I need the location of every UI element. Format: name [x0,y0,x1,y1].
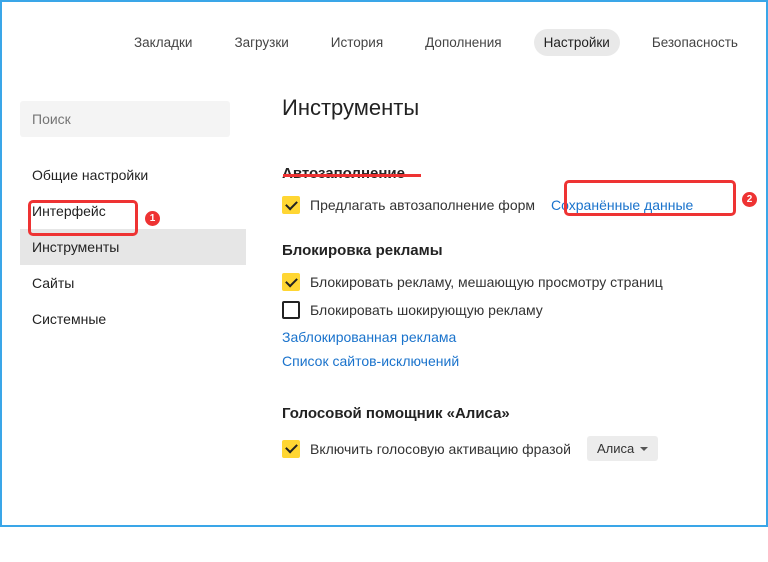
tab-downloads[interactable]: Загрузки [224,29,298,56]
tab-history[interactable]: История [321,29,393,56]
label-voice-activation: Включить голосовую активацию фразой [310,441,571,457]
tab-settings[interactable]: Настройки [534,29,620,56]
sidebar-item-general[interactable]: Общие настройки [20,157,246,193]
page-title: Инструменты [282,95,766,121]
checkbox-voice-activation[interactable] [282,440,300,458]
label-block-intrusive: Блокировать рекламу, мешающую просмотру … [310,274,663,290]
tab-addons[interactable]: Дополнения [415,29,511,56]
heading-autofill: Автозаполнение [282,165,766,182]
heading-voice: Голосовой помощник «Алиса» [282,405,766,422]
tab-bookmarks[interactable]: Закладки [124,29,202,56]
sidebar-item-interface[interactable]: Интерфейс [20,193,246,229]
section-autofill: Автозаполнение Предлагать автозаполнение… [282,165,766,214]
tab-security[interactable]: Безопасность [642,29,748,56]
sidebar-item-tools[interactable]: Инструменты [20,229,246,265]
checkbox-block-intrusive[interactable] [282,273,300,291]
section-voice: Голосовой помощник «Алиса» Включить голо… [282,405,766,461]
heading-adblock: Блокировка рекламы [282,242,766,259]
link-saved-data[interactable]: Сохранённые данные [551,197,693,213]
link-exceptions[interactable]: Список сайтов-исключений [282,353,459,369]
sidebar-item-sites[interactable]: Сайты [20,265,246,301]
label-block-shocking: Блокировать шокирующую рекламу [310,302,543,318]
checkbox-block-shocking[interactable] [282,301,300,319]
label-autofill: Предлагать автозаполнение форм [310,197,535,213]
dropdown-voice-phrase[interactable]: Алиса [587,436,658,461]
checkbox-autofill[interactable] [282,196,300,214]
sidebar: Общие настройки Интерфейс Инструменты Са… [2,91,250,562]
search-input[interactable] [20,101,230,137]
sidebar-item-system[interactable]: Системные [20,301,246,337]
link-blocked-ads[interactable]: Заблокированная реклама [282,329,456,345]
section-adblock: Блокировка рекламы Блокировать рекламу, … [282,242,766,377]
content-area: Инструменты Автозаполнение Предлагать ав… [250,91,766,562]
top-tabs: Закладки Загрузки История Дополнения Нас… [2,2,766,91]
